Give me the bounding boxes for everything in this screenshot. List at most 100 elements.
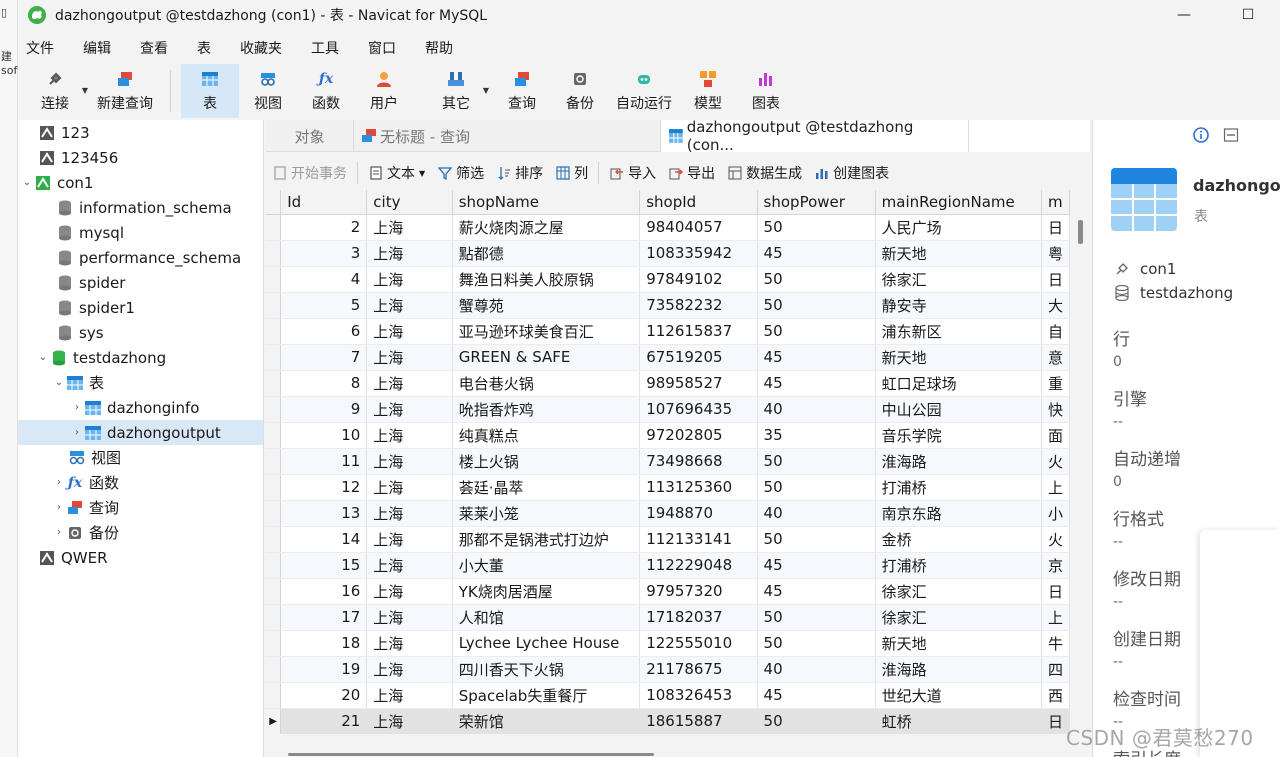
table-row[interactable]: ▶ 21 上海 荣新馆 18615887 50 虹桥日: [266, 708, 1070, 734]
menu-tools[interactable]: 工具: [303, 36, 347, 62]
table-cell[interactable]: 108335942: [639, 240, 758, 267]
table-cell[interactable]: 上海: [366, 318, 453, 345]
row-header[interactable]: [266, 240, 282, 267]
menu-table[interactable]: 表: [189, 36, 219, 62]
table-row[interactable]: 14 上海 那都不是锅港式打边炉 112133141 50 金桥火: [266, 526, 1070, 553]
table-cell[interactable]: 98958527: [639, 370, 758, 397]
row-header[interactable]: [266, 448, 282, 475]
tree-item-views-group[interactable]: 视图: [18, 445, 263, 470]
table-cell[interactable]: 上海: [366, 474, 453, 501]
table-row[interactable]: 12 上海 荟廷·晶萃 113125360 50 打浦桥上: [266, 474, 1070, 501]
table-cell[interactable]: 113125360: [639, 474, 758, 501]
sort-button[interactable]: 排序: [490, 156, 549, 190]
table-cell[interactable]: 50: [757, 708, 876, 734]
chevron-down-icon[interactable]: ⌄: [36, 352, 50, 363]
tree-item-functions-group[interactable]: › ƒx 函数: [18, 470, 263, 495]
table-cell[interactable]: 50: [757, 266, 876, 293]
table-cell[interactable]: 50: [757, 292, 876, 319]
tab-objects[interactable]: 对象: [266, 120, 354, 152]
table-cell[interactable]: 20: [280, 682, 368, 709]
table-row[interactable]: 18 上海 Lychee Lychee House 122555010 50 新天地牛: [266, 630, 1070, 657]
table-cell[interactable]: 上: [1041, 604, 1070, 631]
tree-item-information-schema[interactable]: information_schema: [18, 195, 263, 220]
model-button[interactable]: 模型: [679, 64, 737, 118]
table-cell[interactable]: 45: [757, 682, 876, 709]
row-header[interactable]: [266, 604, 282, 631]
table-cell[interactable]: 荣新馆: [452, 708, 641, 734]
chevron-down-icon[interactable]: ⌄: [52, 377, 66, 388]
table-cell[interactable]: 4: [280, 266, 368, 293]
other-button[interactable]: 其它 ▼: [427, 64, 489, 118]
chart-button[interactable]: 图表: [737, 64, 795, 118]
menu-favorites[interactable]: 收藏夹: [232, 36, 290, 62]
table-cell[interactable]: 16: [280, 578, 368, 605]
tree-item-spider1[interactable]: spider1: [18, 295, 263, 320]
table-cell[interactable]: 面: [1041, 422, 1070, 449]
table-cell[interactable]: 快: [1041, 396, 1070, 423]
table-cell[interactable]: 火: [1041, 526, 1070, 553]
row-header[interactable]: [266, 474, 282, 501]
row-header[interactable]: [266, 526, 282, 553]
table-cell[interactable]: 上海: [366, 344, 453, 371]
column-header[interactable]: Id: [280, 190, 368, 215]
table-cell[interactable]: 17: [280, 604, 368, 631]
table-cell[interactable]: 虹口足球场: [875, 370, 1042, 397]
column-header[interactable]: shopPower: [757, 190, 876, 215]
table-cell[interactable]: 薪火烧肉源之屋: [452, 214, 641, 241]
tree-item-con1[interactable]: ⌄ con1: [18, 170, 263, 195]
table-cell[interactable]: 南京东路: [875, 500, 1042, 527]
table-cell[interactable]: 四: [1041, 656, 1070, 683]
tab-untitled-query[interactable]: 无标题 - 查询: [354, 120, 661, 152]
table-cell[interactable]: 世纪大道: [875, 682, 1042, 709]
table-cell[interactable]: 50: [757, 474, 876, 501]
table-cell[interactable]: 21178675: [639, 656, 758, 683]
table-cell[interactable]: 9: [280, 396, 368, 423]
table-cell[interactable]: 新天地: [875, 344, 1042, 371]
table-row[interactable]: 13 上海 莱莱小笼 1948870 40 南京东路小: [266, 500, 1070, 527]
table-cell[interactable]: 67519205: [639, 344, 758, 371]
table-row[interactable]: 3 上海 點都德 108335942 45 新天地粤: [266, 240, 1070, 267]
table-cell[interactable]: 8: [280, 370, 368, 397]
table-row[interactable]: 5 上海 蟹尊苑 73582232 50 静安寺大: [266, 292, 1070, 319]
tree-item-mysql[interactable]: mysql: [18, 220, 263, 245]
table-cell[interactable]: 日: [1041, 214, 1070, 241]
row-header[interactable]: [266, 318, 282, 345]
row-header[interactable]: [266, 578, 282, 605]
table-cell[interactable]: 大: [1041, 292, 1070, 319]
tab-dazhongoutput[interactable]: dazhongoutput @testdazhong (con...: [661, 118, 969, 154]
table-cell[interactable]: 14: [280, 526, 368, 553]
scrollbar-thumb[interactable]: [1078, 220, 1083, 244]
table-cell[interactable]: 7: [280, 344, 368, 371]
table-cell[interactable]: 97957320: [639, 578, 758, 605]
table-cell[interactable]: 18615887: [639, 708, 758, 734]
function-button[interactable]: ƒx 函数: [297, 64, 355, 118]
text-dropdown-icon[interactable]: ▼: [419, 169, 425, 178]
tree-item-conn-123[interactable]: 123: [18, 120, 263, 145]
table-cell[interactable]: 淮海路: [875, 448, 1042, 475]
table-row[interactable]: 4 上海 舞渔日料美人胶原锅 97849102 50 徐家汇日: [266, 266, 1070, 293]
ddl-icon[interactable]: [1223, 127, 1239, 143]
table-cell[interactable]: 上海: [366, 448, 453, 475]
tree-item-backups-group[interactable]: › 备份: [18, 520, 263, 545]
table-cell[interactable]: 35: [757, 422, 876, 449]
table-cell[interactable]: Spacelab失重餐厅: [452, 682, 641, 709]
table-cell[interactable]: 蟹尊苑: [452, 292, 641, 319]
tree-item-dazhongoutput[interactable]: › dazhongoutput: [18, 420, 263, 445]
row-header[interactable]: [266, 370, 282, 397]
table-cell[interactable]: 上海: [366, 422, 453, 449]
table-cell[interactable]: 112615837: [639, 318, 758, 345]
table-cell[interactable]: 上海: [366, 630, 453, 657]
table-row[interactable]: 8 上海 电台巷火锅 98958527 45 虹口足球场重: [266, 370, 1070, 397]
begin-transaction-button[interactable]: 开始事务: [266, 156, 353, 190]
scrollbar-thumb[interactable]: [288, 753, 654, 756]
maximize-button[interactable]: ☐: [1216, 0, 1280, 30]
table-cell[interactable]: 打浦桥: [875, 552, 1042, 579]
table-cell[interactable]: 上海: [366, 214, 453, 241]
tree-item-tables-group[interactable]: ⌄ 表: [18, 370, 263, 395]
text-view-button[interactable]: 文本 ▼: [362, 156, 431, 190]
table-cell[interactable]: 火: [1041, 448, 1070, 475]
table-row[interactable]: 17 上海 人和馆 17182037 50 徐家汇上: [266, 604, 1070, 631]
table-cell[interactable]: 50: [757, 526, 876, 553]
tree-item-sys[interactable]: sys: [18, 320, 263, 345]
backup-button[interactable]: 备份: [551, 64, 609, 118]
